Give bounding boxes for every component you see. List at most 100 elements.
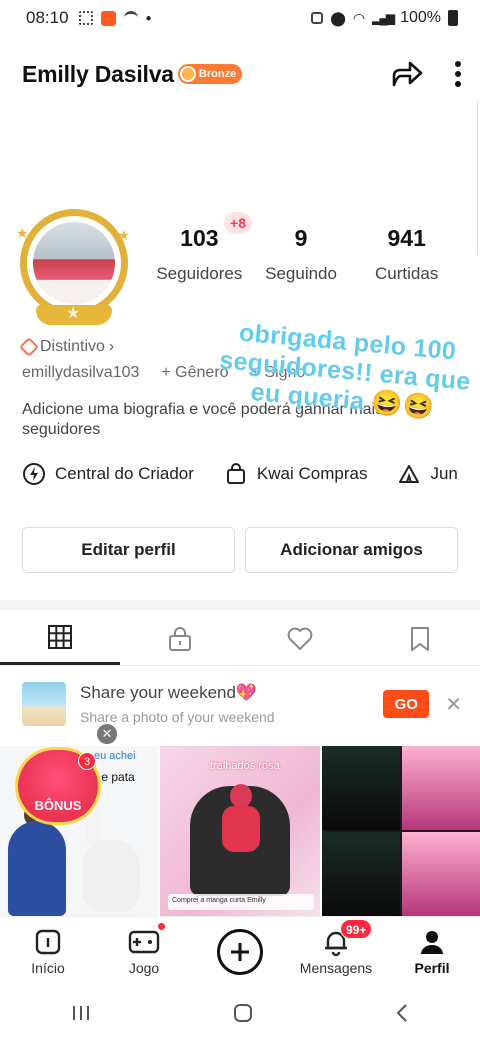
username: emillydasilva103 <box>22 364 140 381</box>
tab-private[interactable] <box>120 612 240 665</box>
following-label: Seguindo <box>265 264 337 283</box>
badge-medal-icon <box>179 66 196 82</box>
following-stat[interactable]: 9 Seguindo <box>249 225 354 284</box>
share-icon[interactable] <box>390 59 424 89</box>
person-icon <box>421 930 443 954</box>
star-icon: ★ <box>66 305 81 322</box>
home-button-icon[interactable] <box>232 1002 254 1024</box>
lightning-icon <box>23 463 45 485</box>
tab-saved[interactable] <box>360 612 480 665</box>
signal-icon: ▂▄▆ <box>372 11 395 25</box>
tab-posts[interactable] <box>0 612 120 665</box>
section-divider <box>0 600 480 610</box>
system-nav-bar <box>0 986 480 1040</box>
more-notifications-icon: ● <box>145 12 152 24</box>
weather-icon <box>123 11 138 25</box>
nav-messages-label: Mensagens <box>299 959 373 976</box>
profile-header: Emilly Dasilva Bronze <box>22 52 462 96</box>
video-grid: eu achei ta e pata BÔNUS 3 tralhados ros… <box>0 746 480 916</box>
lock-icon <box>169 626 191 651</box>
video-thumbnail[interactable]: eu achei ta e pata BÔNUS 3 <box>0 746 158 916</box>
bonus-close-icon[interactable]: ✕ <box>97 724 117 744</box>
back-icon[interactable] <box>394 1002 410 1024</box>
profile-stats: 103 Seguidores 9 Seguindo 941 Curtidas <box>150 225 460 284</box>
likes-label: Curtidas <box>375 264 439 283</box>
product-banner: Comprei a manga curta Emilly <box>168 894 314 910</box>
shopping-bag-icon <box>226 463 245 484</box>
go-button[interactable]: GO <box>383 690 430 718</box>
lock-icon <box>311 12 324 24</box>
following-count: 9 <box>294 225 308 251</box>
goose-image <box>82 840 140 912</box>
creator-center-link[interactable]: Central do Criador <box>22 462 194 486</box>
profile-actions: Editar perfil Adicionar amigos <box>22 527 458 573</box>
distintivo-label: Distintivo <box>40 338 105 355</box>
messages-badge: 99+ <box>340 919 373 939</box>
share-weekend-banner[interactable]: Share your weekend💖 Share a photo of you… <box>22 676 462 732</box>
bonus-label: BÔNUS <box>34 798 82 813</box>
star-icon: ★ <box>117 227 130 243</box>
more-options-icon[interactable] <box>454 60 462 88</box>
gamepad-icon <box>128 930 160 953</box>
nav-profile-label: Perfil <box>414 959 450 976</box>
battery-percent: 100% <box>400 9 441 26</box>
home-icon <box>35 929 61 954</box>
wifi-icon: ◠ <box>352 9 366 26</box>
close-icon[interactable]: ✕ <box>445 692 462 717</box>
kwai-shop-label: Kwai Compras <box>256 464 368 483</box>
plus-icon <box>217 928 263 975</box>
followers-label: Seguidores <box>156 264 243 283</box>
bonus-count-badge: 3 <box>78 752 96 770</box>
likes-count: 941 <box>387 225 426 251</box>
scrollbar[interactable] <box>474 100 478 255</box>
content-tabs <box>0 612 480 666</box>
screenshot-icon <box>78 11 93 25</box>
heart-icon <box>287 627 313 650</box>
followers-count: 103 <box>180 225 219 251</box>
status-time: 08:10 <box>26 8 69 27</box>
nav-messages[interactable]: 99+ Mensagens <box>288 917 384 986</box>
share-subtitle: Share a photo of your weekend <box>80 709 275 725</box>
share-thumbnail <box>22 682 66 726</box>
add-friends-button[interactable]: Adicionar amigos <box>245 527 458 573</box>
grid-icon <box>48 625 72 649</box>
nav-home[interactable]: Início <box>0 917 96 986</box>
video-caption: eu achei <box>94 750 136 762</box>
star-icon: ★ <box>16 225 29 241</box>
edit-profile-button[interactable]: Editar perfil <box>22 527 235 573</box>
video-caption: tralhados rosa <box>210 760 280 772</box>
badge-icon <box>19 337 39 357</box>
bottom-nav: Início Jogo 99+ Mensagens Perfil <box>0 916 480 986</box>
nav-create[interactable] <box>192 917 288 986</box>
tools-row: Central do Criador Kwai Compras Jun <box>22 462 480 486</box>
kwai-app-icon <box>100 10 116 26</box>
location-icon: ⬤ <box>330 9 346 26</box>
battery-icon <box>448 10 458 26</box>
creator-center-label: Central do Criador <box>55 464 194 483</box>
tab-liked[interactable] <box>240 612 360 665</box>
recent-apps-icon[interactable] <box>70 1003 92 1023</box>
share-title: Share your weekend💖 <box>80 683 258 702</box>
notification-dot <box>158 923 165 930</box>
avatar-frame <box>20 209 128 317</box>
video-thumbnail[interactable] <box>322 746 480 916</box>
tent-icon <box>399 465 420 483</box>
nav-game[interactable]: Jogo <box>96 917 192 986</box>
more-tool-label: Jun <box>430 464 458 483</box>
likes-stat[interactable]: 941 Curtidas <box>353 225 460 284</box>
nav-profile[interactable]: Perfil <box>384 917 480 986</box>
nav-game-label: Jogo <box>128 959 160 976</box>
bookmark-icon <box>411 626 429 651</box>
distintivo-link[interactable]: Distintivo › <box>19 337 115 357</box>
level-badge[interactable]: Bronze <box>177 64 243 84</box>
status-bar: 08:10 ● ⬤ ◠ ▂▄▆ 100% <box>0 0 480 36</box>
avatar[interactable]: ★ ★ ★ <box>16 205 132 325</box>
video-thumbnail[interactable]: tralhados rosa Comprei a manga curta Emi… <box>160 746 320 916</box>
kwai-shop-link[interactable]: Kwai Compras <box>224 462 368 486</box>
avatar-photo <box>33 222 115 304</box>
followers-stat[interactable]: 103 Seguidores <box>150 225 249 284</box>
more-tool-link[interactable]: Jun <box>397 462 458 486</box>
nav-home-label: Início <box>31 959 65 976</box>
chevron-right-icon: › <box>108 338 115 355</box>
profile-name: Emilly Dasilva <box>22 60 174 87</box>
